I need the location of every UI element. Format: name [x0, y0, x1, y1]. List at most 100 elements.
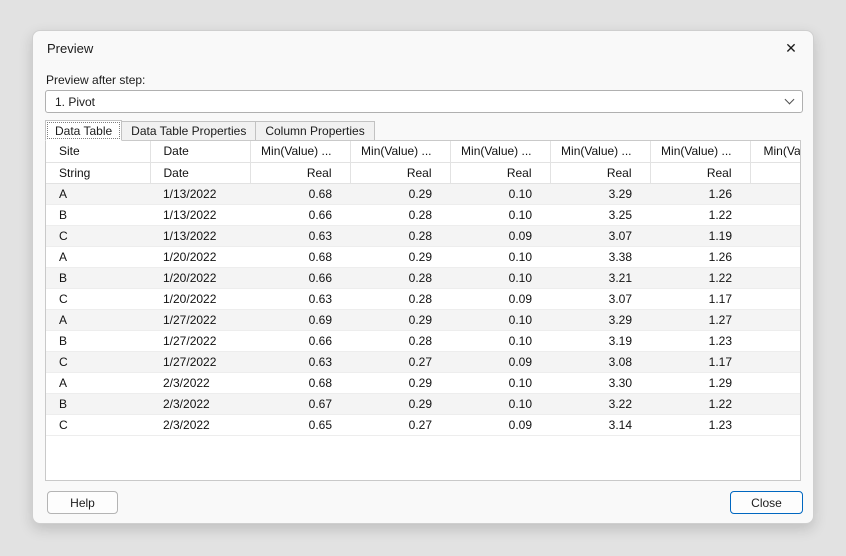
- table-cell: 0.09: [450, 414, 550, 435]
- table-cell: 0.28: [350, 225, 450, 246]
- table-cell: 0.68: [250, 246, 350, 267]
- column-header: Min(Value) ...: [450, 141, 550, 162]
- column-type: Real: [650, 162, 750, 183]
- table-cell: 0.29: [350, 183, 450, 204]
- table-cell: 1/20/2022: [150, 267, 250, 288]
- table-cell: C: [46, 225, 150, 246]
- table-cell: 2/3/2022: [150, 414, 250, 435]
- table-cell: [750, 225, 800, 246]
- table-cell: 0.28: [350, 204, 450, 225]
- table-row: A2/3/20220.680.290.103.301.29: [46, 372, 800, 393]
- table-cell: 1/13/2022: [150, 225, 250, 246]
- table-cell: 3.29: [550, 309, 650, 330]
- table-row: A1/20/20220.680.290.103.381.26: [46, 246, 800, 267]
- table-cell: 3.29: [550, 183, 650, 204]
- table-cell: [750, 351, 800, 372]
- tab-data-table-properties[interactable]: Data Table Properties: [121, 121, 256, 140]
- data-table: SiteDateMin(Value) ...Min(Value) ...Min(…: [46, 141, 800, 436]
- table-cell: 3.07: [550, 225, 650, 246]
- table-cell: 1/20/2022: [150, 246, 250, 267]
- table-row: B1/27/20220.660.280.103.191.23: [46, 330, 800, 351]
- column-header: Min(Value) ...: [350, 141, 450, 162]
- column-header: Min(Val: [750, 141, 800, 162]
- column-type: Real: [350, 162, 450, 183]
- help-button[interactable]: Help: [47, 491, 118, 514]
- column-header: Min(Value) ...: [250, 141, 350, 162]
- column-type: [750, 162, 800, 183]
- column-name-row: SiteDateMin(Value) ...Min(Value) ...Min(…: [46, 141, 800, 162]
- close-button[interactable]: Close: [730, 491, 803, 514]
- table-cell: 0.28: [350, 330, 450, 351]
- table-cell: 1/27/2022: [150, 330, 250, 351]
- table-row: C2/3/20220.650.270.093.141.23: [46, 414, 800, 435]
- column-type: Date: [150, 162, 250, 183]
- step-select-value: 1. Pivot: [55, 95, 95, 109]
- table-cell: 0.27: [350, 351, 450, 372]
- table-cell: B: [46, 393, 150, 414]
- table-cell: 3.08: [550, 351, 650, 372]
- table-cell: [750, 309, 800, 330]
- table-cell: [750, 204, 800, 225]
- table-cell: 0.67: [250, 393, 350, 414]
- column-header: Min(Value) ...: [650, 141, 750, 162]
- table-cell: [750, 288, 800, 309]
- table-cell: 0.29: [350, 246, 450, 267]
- table-cell: 1.22: [650, 393, 750, 414]
- table-cell: 0.63: [250, 288, 350, 309]
- table-cell: 1.26: [650, 183, 750, 204]
- dialog-title: Preview: [47, 41, 93, 56]
- preview-dialog: Preview ✕ Preview after step: 1. Pivot D…: [32, 30, 814, 524]
- table-row: B1/13/20220.660.280.103.251.22: [46, 204, 800, 225]
- table-cell: A: [46, 372, 150, 393]
- step-select[interactable]: 1. Pivot: [45, 90, 803, 113]
- table-cell: 1.17: [650, 288, 750, 309]
- table-cell: 1.23: [650, 414, 750, 435]
- column-type: Real: [450, 162, 550, 183]
- table-cell: 3.22: [550, 393, 650, 414]
- table-cell: 3.19: [550, 330, 650, 351]
- table-header: SiteDateMin(Value) ...Min(Value) ...Min(…: [46, 141, 800, 183]
- close-button-label: Close: [751, 496, 782, 510]
- table-cell: 1.19: [650, 225, 750, 246]
- table-cell: 1.17: [650, 351, 750, 372]
- table-cell: 0.10: [450, 183, 550, 204]
- column-type: Real: [250, 162, 350, 183]
- column-header: Min(Value) ...: [550, 141, 650, 162]
- table-cell: 1.22: [650, 267, 750, 288]
- table-cell: [750, 372, 800, 393]
- table-cell: 0.10: [450, 267, 550, 288]
- table-cell: 3.30: [550, 372, 650, 393]
- table-cell: 0.10: [450, 204, 550, 225]
- tab-column-properties[interactable]: Column Properties: [255, 121, 374, 140]
- table-cell: 0.29: [350, 393, 450, 414]
- table-cell: 0.66: [250, 330, 350, 351]
- table-cell: [750, 267, 800, 288]
- table-cell: 1/27/2022: [150, 309, 250, 330]
- table-cell: 0.28: [350, 288, 450, 309]
- table-cell: 0.63: [250, 351, 350, 372]
- table-cell: 1.26: [650, 246, 750, 267]
- table-cell: 0.09: [450, 288, 550, 309]
- table-cell: 3.38: [550, 246, 650, 267]
- table-row: C1/20/20220.630.280.093.071.17: [46, 288, 800, 309]
- table-cell: [750, 414, 800, 435]
- table-cell: 3.14: [550, 414, 650, 435]
- table-cell: 0.09: [450, 225, 550, 246]
- table-cell: 0.10: [450, 246, 550, 267]
- dialog-close-button[interactable]: ✕: [781, 38, 801, 58]
- table-row: C1/27/20220.630.270.093.081.17: [46, 351, 800, 372]
- table-cell: C: [46, 351, 150, 372]
- table-cell: 3.07: [550, 288, 650, 309]
- table-cell: 1/13/2022: [150, 183, 250, 204]
- tab-bar: Data TableData Table PropertiesColumn Pr…: [45, 120, 374, 140]
- table-cell: 0.66: [250, 204, 350, 225]
- table-cell: 0.10: [450, 330, 550, 351]
- column-type: Real: [550, 162, 650, 183]
- table-row: C1/13/20220.630.280.093.071.19: [46, 225, 800, 246]
- tab-data-table[interactable]: Data Table: [45, 120, 122, 141]
- table-cell: 3.21: [550, 267, 650, 288]
- table-cell: [750, 246, 800, 267]
- table-cell: 0.28: [350, 267, 450, 288]
- data-table-panel: SiteDateMin(Value) ...Min(Value) ...Min(…: [45, 140, 801, 481]
- table-cell: A: [46, 246, 150, 267]
